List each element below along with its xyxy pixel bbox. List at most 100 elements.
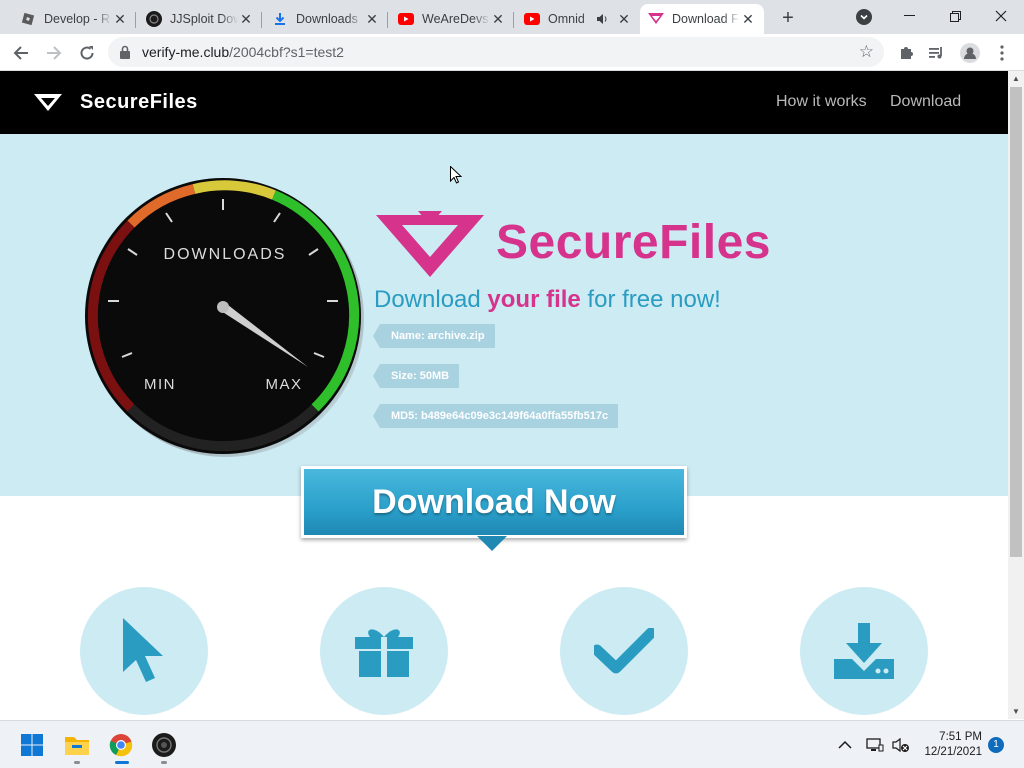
restore-button[interactable] <box>932 2 978 30</box>
tab-download-securefiles[interactable]: Download F ✕ <box>640 4 764 34</box>
tab-title: Download F <box>672 12 739 26</box>
tab-downloads[interactable]: Downloads ✕ <box>264 4 388 34</box>
tagline-part2: for free now! <box>580 286 721 313</box>
tab-separator <box>135 12 136 28</box>
show-hidden-icons-button[interactable] <box>833 729 857 761</box>
close-icon[interactable]: ✕ <box>364 11 380 27</box>
bookmark-star-icon[interactable]: ☆ <box>859 42 874 62</box>
download-icon <box>272 11 288 27</box>
extensions-button[interactable] <box>893 40 919 66</box>
puzzle-icon <box>901 47 913 59</box>
tab-separator <box>387 12 388 28</box>
notification-badge[interactable]: 1 <box>988 737 1004 753</box>
volume-button[interactable] <box>888 729 914 761</box>
reload-icon <box>80 46 94 60</box>
kebab-menu-icon <box>1000 45 1004 61</box>
system-clock[interactable]: 7:51 PM 12/21/2021 <box>918 730 982 760</box>
tab-title: Develop - R <box>44 12 110 26</box>
clock-date: 12/21/2021 <box>924 746 982 758</box>
tab-jjsploit[interactable]: JJSploit Dow ✕ <box>138 4 262 34</box>
tab-wearedevs[interactable]: WeAreDevs ✕ <box>390 4 514 34</box>
close-icon[interactable]: ✕ <box>490 11 506 27</box>
checkmark-icon <box>594 628 654 674</box>
securefiles-icon <box>648 11 664 27</box>
browser-toolbar: verify-me.club/2004cbf?s1=test2 ☆ <box>0 34 1024 71</box>
file-explorer-button[interactable] <box>61 729 93 761</box>
clock-time: 7:51 PM <box>939 731 982 743</box>
speaker-icon[interactable] <box>594 11 610 27</box>
scrollbar-thumb[interactable] <box>1010 87 1022 557</box>
profile-icon <box>960 43 980 63</box>
tab-develop[interactable]: Develop - R ✕ <box>12 4 136 34</box>
download-tray-icon <box>834 623 894 679</box>
button-pointer <box>477 536 507 551</box>
securefiles-logo-icon[interactable] <box>34 92 62 112</box>
app-taskbar-button[interactable] <box>148 729 180 761</box>
minimize-button[interactable] <box>886 2 932 30</box>
gauge-hub <box>217 301 229 313</box>
jjsploit-icon <box>152 733 176 757</box>
url-host: verify-me.club <box>142 44 230 60</box>
folder-icon <box>65 737 89 755</box>
tab-omnidroid[interactable]: Omnid ✕ <box>516 4 640 34</box>
nav-download[interactable]: Download <box>890 93 961 111</box>
scroll-down-arrow-icon[interactable]: ▼ <box>1010 706 1022 718</box>
nav-how-it-works[interactable]: How it works <box>776 93 867 111</box>
gauge-max-label: MAX <box>265 376 302 393</box>
site-navbar: SecureFiles How it works Download <box>0 71 1008 134</box>
file-size-badge: Size: 50MB <box>372 364 460 388</box>
close-icon[interactable]: ✕ <box>112 11 128 27</box>
web-page: SecureFiles How it works Download DOWNLO… <box>0 71 1008 719</box>
url-text[interactable]: verify-me.club/2004cbf?s1=test2 <box>142 44 344 60</box>
gauge-face <box>85 178 361 454</box>
tab-title: Downloads <box>296 12 358 26</box>
reload-button[interactable] <box>74 40 100 66</box>
feature-circle-click <box>80 587 208 715</box>
windows-logo-icon <box>21 734 43 756</box>
download-now-button[interactable]: Download Now <box>301 466 687 538</box>
close-window-button[interactable] <box>978 2 1024 30</box>
hero-brand: SecureFiles <box>496 216 771 269</box>
tab-search-button[interactable] <box>856 9 872 25</box>
new-tab-button[interactable]: + <box>776 6 800 30</box>
running-indicator <box>161 761 167 764</box>
media-queue-icon <box>929 47 942 59</box>
feature-circle-check <box>560 587 688 715</box>
tab-title: JJSploit Dow <box>170 12 238 26</box>
downloads-gauge: DOWNLOADS MIN MAX <box>85 178 364 457</box>
chrome-icon <box>109 734 133 757</box>
chrome-taskbar-button[interactable] <box>105 729 137 761</box>
lock-icon[interactable] <box>120 45 130 59</box>
hero-tagline: Download your file for free now! <box>374 286 721 314</box>
roblox-icon <box>20 11 36 27</box>
media-control-button[interactable] <box>924 40 950 66</box>
scroll-up-arrow-icon[interactable]: ▲ <box>1010 73 1022 85</box>
network-button[interactable] <box>862 729 888 761</box>
tagline-part1: Download <box>374 286 488 313</box>
arrow-left-icon <box>13 46 28 60</box>
gauge-title: DOWNLOADS <box>164 246 287 263</box>
close-icon <box>995 10 1007 22</box>
file-md5-badge: MD5: b489e64c09e3c149f64a0ffa55fb517c <box>372 404 619 428</box>
close-icon[interactable]: ✕ <box>238 11 254 27</box>
minimize-icon <box>903 15 915 16</box>
profile-button[interactable] <box>957 40 983 66</box>
cursor-icon <box>123 618 163 682</box>
running-indicator <box>74 761 80 764</box>
gift-icon <box>355 629 413 677</box>
chrome-menu-button[interactable] <box>989 40 1015 66</box>
feature-circle-download <box>800 587 928 715</box>
close-icon[interactable]: ✕ <box>616 11 632 27</box>
feature-circle-gift <box>320 587 448 715</box>
youtube-icon <box>398 11 414 27</box>
speaker-muted-icon <box>892 737 909 753</box>
address-bar[interactable]: verify-me.club/2004cbf?s1=test2 ☆ <box>108 37 884 67</box>
arrow-right-icon <box>47 46 62 60</box>
tab-strip: Develop - R ✕ JJSploit Dow ✕ Downloads ✕… <box>0 0 1024 34</box>
url-path: /2004cbf?s1=test2 <box>229 44 344 60</box>
back-button[interactable] <box>8 40 34 66</box>
start-button[interactable] <box>16 729 48 761</box>
site-brand[interactable]: SecureFiles <box>80 91 198 114</box>
forward-button[interactable] <box>41 40 67 66</box>
close-icon[interactable]: ✕ <box>740 11 756 27</box>
